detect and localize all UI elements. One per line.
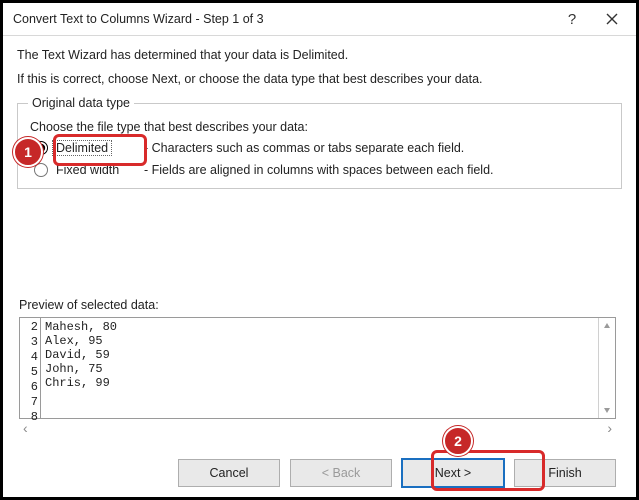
choose-prompt: Choose the file type that best describes… [30, 120, 611, 134]
next-button[interactable]: Next > [402, 459, 504, 487]
dialog-title: Convert Text to Columns Wizard - Step 1 … [13, 12, 552, 26]
preview-vscroll[interactable] [598, 318, 615, 418]
scroll-left-icon[interactable]: ‹ [19, 421, 32, 437]
scroll-right-icon[interactable]: › [603, 421, 616, 437]
close-icon [606, 13, 618, 25]
help-button[interactable]: ? [552, 5, 592, 33]
titlebar: Convert Text to Columns Wizard - Step 1 … [3, 3, 636, 36]
intro-line-2: If this is correct, choose Next, or choo… [17, 72, 622, 86]
radio-delimited[interactable]: Delimited [34, 140, 144, 156]
preview-hscroll[interactable]: ‹ › [19, 421, 616, 437]
original-data-type-group: Original data type Choose the file type … [17, 96, 622, 189]
intro-line-1: The Text Wizard has determined that your… [17, 48, 622, 62]
scroll-down-icon[interactable] [599, 402, 615, 418]
preview-line-numbers: 2 3 4 5 6 7 8 [20, 318, 41, 418]
back-button: < Back [290, 459, 392, 487]
cancel-button[interactable]: Cancel [178, 459, 280, 487]
close-button[interactable] [592, 5, 632, 33]
radio-delimited-label: Delimited [52, 140, 112, 156]
preview-label: Preview of selected data: [19, 298, 159, 312]
dialog-buttons: Cancel < Back Next > Finish [3, 459, 636, 487]
radio-fixed-width-label: Fixed width [52, 162, 123, 178]
radio-fixed-width-desc: - Fields are aligned in columns with spa… [144, 163, 611, 177]
preview-pane: 2 3 4 5 6 7 8 Mahesh, 80 Alex, 95 David,… [19, 317, 616, 419]
group-legend: Original data type [28, 96, 134, 110]
preview-data: Mahesh, 80 Alex, 95 David, 59 John, 75 C… [41, 318, 598, 418]
radio-fixed-width-input[interactable] [34, 163, 48, 177]
radio-delimited-desc: - Characters such as commas or tabs sepa… [144, 141, 611, 155]
annotation-callout-1: 1 [13, 137, 43, 167]
annotation-callout-2: 2 [443, 426, 473, 456]
radio-fixed-width[interactable]: Fixed width [34, 162, 144, 178]
scroll-up-icon[interactable] [599, 318, 615, 334]
finish-button[interactable]: Finish [514, 459, 616, 487]
